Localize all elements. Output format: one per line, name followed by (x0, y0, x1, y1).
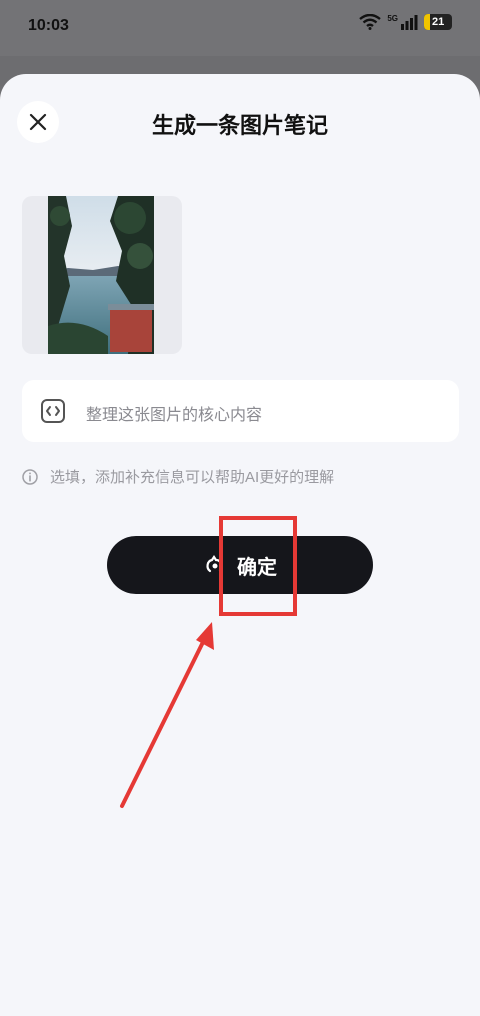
annotation-arrow (120, 622, 214, 808)
